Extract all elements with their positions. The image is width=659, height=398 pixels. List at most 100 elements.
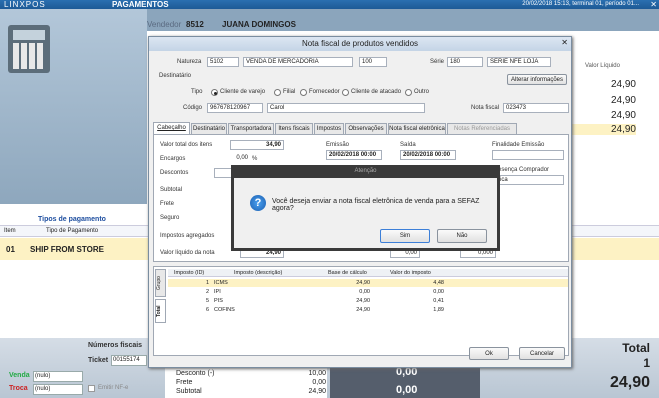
cell-desc: PIS [214,298,223,304]
cell-id: 1 [206,280,210,286]
status-info: 20/02/2018 15:13, terminal 01, período 0… [522,1,639,7]
radio-cliente-varejo[interactable] [211,89,218,96]
natureza-label: Natureza [177,59,202,65]
emitir-nfe-checkbox[interactable] [88,385,95,392]
valor-liquido-row-selected[interactable]: 24,90 [572,124,636,135]
cell-id: 2 [206,289,210,295]
ok-button[interactable]: Ok [469,347,509,360]
cell-id: 5 [206,298,210,304]
radio-label: Filial [283,89,296,95]
table-row[interactable]: 6 COFINS 24,90 1,89 [168,306,568,314]
valor-liquido-row: 24,90 [610,79,636,90]
cell-desc: COFINS [214,307,235,313]
total-value: 24,90 [609,374,650,391]
table-row[interactable]: 2 IPI 0,00 0,00 [168,288,568,296]
nota-fiscal-label: Nota fiscal [471,105,500,111]
cell-valor: 0,41 [433,298,444,304]
venda-field[interactable]: (nulo) [33,371,83,382]
cell-valor: 0,00 [433,289,444,295]
seguro-label: Seguro [160,215,180,221]
hdr-base-calculo: Base de cálculo [328,270,367,276]
ticket-field[interactable]: 00155174 [111,355,147,366]
impostos-grid: Grupo Total Imposto (ID) Imposto (descri… [153,266,569,356]
tab-total[interactable]: Total [155,299,166,323]
codigo-field[interactable]: 967678120967 [207,103,263,113]
numeros-fiscais-label: Números fiscais [88,342,143,349]
cancelar-button[interactable]: Cancelar [519,347,565,360]
desconto-label: Desconto (-) [176,370,215,377]
radio-filial[interactable] [274,89,281,96]
question-icon: ? [250,195,266,211]
close-icon[interactable]: ✕ [650,0,657,9]
hdr-imposto-desc: Imposto (descrição) [234,270,283,276]
valor-liquido-row: 24,90 [610,110,636,121]
encargos-field[interactable]: 0,00 [214,154,250,164]
frete-value: 0,00 [312,379,326,386]
serie-field[interactable]: 180 [447,57,483,67]
tab-itens-fiscais[interactable]: Itens fiscais [275,123,313,134]
natureza-code-field[interactable]: 5102 [207,57,239,67]
radio-fornecedor[interactable] [300,89,307,96]
col-tipo: Tipo de Pagamento [46,228,99,234]
radio-cliente-atacado[interactable] [342,89,349,96]
radio-outro[interactable] [405,89,412,96]
sim-button[interactable]: Sim [380,229,430,243]
radio-label: Fornecedor [309,89,340,95]
valor-total-itens-field: 34,90 [230,140,284,150]
serie-desc-field[interactable]: SERIE NFE LOJA [487,57,551,67]
vendedor-label: Vendedor [147,20,182,29]
app-topbar: LINXPOS PAGAMENTOS 20/02/2018 15:13, ter… [0,0,659,9]
cell-base: 24,90 [356,298,370,304]
saida-field[interactable]: 20/02/2018 00:00 [400,150,456,160]
tipo-label: Tipo [191,89,203,95]
presenca-label: Presença Comprador [492,167,550,173]
cell-desc: ICMS [214,280,228,286]
subtotal-value: 24,90 [308,388,326,395]
tab-grupo[interactable]: Grupo [155,269,166,297]
total-label: Total [622,341,650,355]
emissao-label: Emissão [326,142,350,148]
tab-notas-referenciadas: Notas Referenciadas [447,123,517,134]
ticket-label: Ticket [88,357,109,364]
tab-impostos[interactable]: Impostos [314,123,344,134]
presenca-select[interactable]: ...ica [492,175,564,185]
vendedor-name: JUANA DOMINGOS [222,20,296,29]
valor-liquido-label: Valor líquido da nota [160,250,215,256]
frete-label: Frete [176,379,193,386]
natureza-desc-field[interactable]: VENDA DE MERCADORIA [243,57,353,67]
tab-cabecalho[interactable]: Cabeçalho [153,122,190,134]
confirm-message: Você deseja enviar a nota fiscal eletrôn… [272,198,480,212]
tab-nota-fiscal-eletronica[interactable]: Nota fiscal eletrônica [388,123,446,134]
serie-label: Série [430,59,445,65]
emissao-field[interactable]: 20/02/2018 00:00 [326,150,382,160]
calculator-icon [8,25,50,73]
venda-label: Venda [9,372,30,379]
nao-button[interactable]: Não [437,229,487,243]
tab-transportadora[interactable]: Transportadora [228,123,274,134]
confirm-dialog: Atenção ? Você deseja enviar a nota fisc… [231,165,500,251]
tab-observacoes[interactable]: Observações [345,123,387,134]
troca-label: Troca [9,385,28,392]
table-row[interactable]: 1 ICMS 24,90 4,48 [168,279,568,287]
col-item: Item [4,228,16,234]
table-row[interactable]: 5 PIS 24,90 0,41 [168,297,568,305]
cell-id: 6 [206,307,210,313]
nota-fiscal-field[interactable]: 023473 [503,103,569,113]
dialog-close-icon[interactable]: ✕ [561,38,568,47]
tipos-pagamento-title: Tipos de pagamento [38,216,106,223]
cell-base: 24,90 [356,307,370,313]
hdr-imposto-id: Imposto (ID) [174,270,205,276]
natureza-num-field[interactable]: 100 [359,57,387,67]
valor-liquido-row: 24,90 [610,95,636,106]
descontos-label: Descontos [160,170,189,176]
saida-label: Saída [400,142,416,148]
subtotal-label: Subtotal [160,187,183,193]
finalidade-select[interactable] [492,150,564,160]
tab-destinatario[interactable]: Destinatário [191,123,227,134]
troca-field[interactable]: (nulo) [33,384,83,395]
subtotal-label: Subtotal [176,388,202,395]
alterar-informacoes-button[interactable]: Alterar informações [507,74,567,85]
cliente-nome-field[interactable]: Carol [267,103,425,113]
grid-header: Imposto (ID) Imposto (descrição) Base de… [168,269,568,277]
valor-liquido-header: Valor Líquido [585,63,620,69]
